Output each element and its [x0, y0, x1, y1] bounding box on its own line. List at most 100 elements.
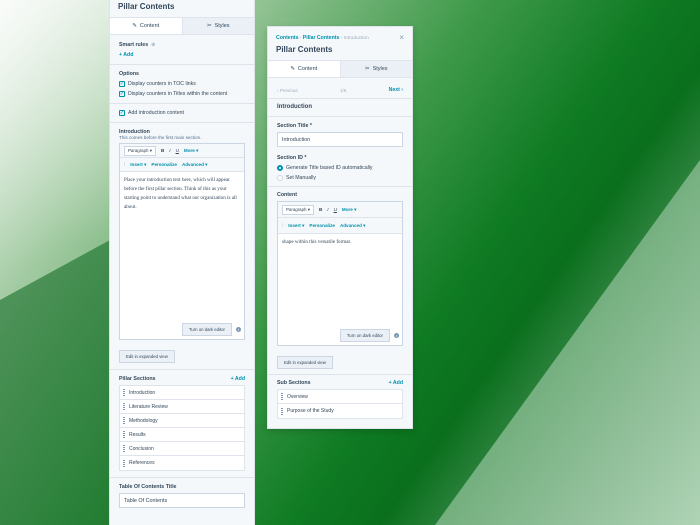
divider — [110, 122, 254, 123]
drag-handle-icon[interactable] — [123, 445, 125, 452]
more-menu[interactable]: More ▾ — [342, 207, 357, 213]
drag-handle-icon[interactable] — [281, 393, 283, 400]
panel-title: Pillar Contents — [118, 2, 175, 11]
tools-icon: ✂ — [206, 23, 212, 29]
rich-text-editor[interactable]: Paragraph ▾ B I U More ▾ ⁞ Insert ▾ Pers… — [119, 143, 245, 340]
rich-text-editor[interactable]: Paragraph ▾ B I U More ▾ ⁞ Insert ▾ Pers… — [277, 201, 403, 346]
list-item[interactable]: Conclusion — [120, 442, 244, 456]
drag-handle-icon[interactable] — [123, 403, 125, 410]
italic-button[interactable]: I — [169, 148, 170, 153]
drag-handle-icon[interactable] — [281, 407, 283, 415]
add-sub-section-link[interactable]: + Add — [389, 380, 403, 386]
sub-sections-list: Overview Purpose of the Study — [277, 389, 403, 419]
options-label: Options — [119, 71, 140, 77]
section-title-input[interactable]: Introduction — [277, 132, 403, 147]
tab-styles[interactable]: ✂ Styles — [340, 61, 412, 77]
pillar-sections-label: Pillar Sections — [119, 376, 156, 382]
tools-icon: ✂ — [364, 66, 370, 72]
checkbox-checked-icon[interactable]: ✓ — [119, 81, 125, 87]
radio-auto-id[interactable]: Generate Title based ID automatically — [277, 165, 403, 171]
list-item[interactable]: Methodology — [120, 414, 244, 428]
italic-button[interactable]: I — [327, 207, 328, 212]
bold-button[interactable]: B — [161, 148, 164, 153]
checkbox-add-introduction[interactable]: ✓ Add introduction content — [119, 110, 245, 116]
tab-content[interactable]: ✎ Content — [110, 18, 183, 34]
checkbox-checked-icon[interactable]: ✓ — [119, 110, 125, 116]
drag-handle-icon[interactable] — [123, 417, 125, 424]
previous-button[interactable]: ‹ Previous — [277, 88, 298, 93]
breadcrumb: Contents › Pillar Contents › Introductio… — [276, 34, 369, 41]
insert-menu[interactable]: Insert ▾ — [130, 162, 146, 168]
radio-unselected-icon[interactable] — [277, 175, 283, 181]
expanded-view-button[interactable]: Edit in expanded view — [119, 350, 175, 363]
paragraph-select[interactable]: Paragraph ▾ — [282, 204, 314, 215]
checkbox-checked-icon[interactable]: ✓ — [119, 91, 125, 97]
divider — [268, 186, 412, 187]
drag-handle-icon: ⁞ — [282, 223, 284, 228]
breadcrumb-link[interactable]: Pillar Contents — [303, 35, 340, 41]
list-item[interactable]: Introduction — [120, 386, 244, 400]
expanded-view-button[interactable]: Edit in expanded view — [277, 356, 333, 369]
dark-editor-button[interactable]: Turn on dark editor — [181, 323, 232, 336]
section-editor-panel: Contents › Pillar Contents › Introductio… — [267, 26, 413, 429]
tab-bar: ✎ Content ✂ Styles — [268, 60, 412, 78]
list-item[interactable]: Literature Review — [120, 400, 244, 414]
editor-body[interactable]: Place your introduction text here, which… — [120, 172, 244, 320]
divider — [110, 369, 254, 370]
dark-editor-button[interactable]: Turn on dark editor — [339, 329, 390, 342]
tab-styles[interactable]: ✂ Styles — [182, 18, 254, 34]
tab-content[interactable]: ✎ Content — [268, 61, 341, 77]
editor-body[interactable]: shape within this versatile format. — [278, 234, 402, 326]
checkbox-toc-counters[interactable]: ✓ Display counters in TOC links — [119, 81, 245, 87]
drag-handle-icon[interactable] — [123, 459, 125, 467]
add-pillar-section-link[interactable]: + Add — [231, 376, 245, 382]
checkbox-label: Display counters in Titles within the co… — [128, 91, 228, 97]
divider — [268, 98, 412, 99]
editor-toolbar: Paragraph ▾ B I U More ▾ — [120, 144, 244, 158]
radio-label: Generate Title based ID automatically — [286, 165, 373, 171]
radio-manual-id[interactable]: Set Manually — [277, 175, 403, 181]
radio-label: Set Manually — [286, 175, 316, 181]
divider — [110, 477, 254, 478]
toc-title-input[interactable]: Table Of Contents — [119, 493, 245, 508]
content-label: Content — [277, 192, 298, 198]
drag-handle-icon[interactable] — [123, 431, 125, 438]
breadcrumb-link[interactable]: Contents — [276, 35, 298, 41]
more-menu[interactable]: More ▾ — [184, 148, 199, 154]
sub-sections-label: Sub Sections — [277, 380, 311, 386]
paragraph-select[interactable]: Paragraph ▾ — [124, 145, 156, 156]
editor-footer: Turn on dark editor i — [120, 320, 244, 339]
next-button[interactable]: Next › — [389, 87, 403, 93]
close-icon[interactable]: × — [399, 33, 404, 42]
list-item[interactable]: Results — [120, 428, 244, 442]
list-item[interactable]: References — [120, 456, 244, 470]
personalize-menu[interactable]: Personalize — [151, 162, 177, 167]
editor-footer: Turn on dark editor i — [278, 326, 402, 345]
left-sidebar-panel: Pillar Contents ✎ Content ✂ Styles Smart… — [109, 0, 255, 525]
editor-toolbar: Paragraph ▾ B I U More ▾ — [278, 202, 402, 218]
list-item[interactable]: Purpose of the Study — [278, 404, 402, 418]
underline-button[interactable]: U — [334, 207, 337, 212]
insert-menu[interactable]: Insert ▾ — [288, 223, 304, 229]
add-smart-rule-link[interactable]: + Add — [119, 52, 245, 58]
checkbox-title-counters[interactable]: ✓ Display counters in Titles within the … — [119, 91, 245, 97]
personalize-menu[interactable]: Personalize — [309, 223, 335, 228]
tab-label: Styles — [372, 66, 388, 72]
breadcrumb-current: Introduction — [343, 35, 369, 41]
info-icon: i — [394, 333, 399, 338]
pillar-sections-list: Introduction Literature Review Methodolo… — [119, 385, 245, 471]
underline-button[interactable]: U — [176, 148, 179, 153]
info-icon: ⊕ — [151, 42, 156, 48]
section-navigation: ‹ Previous 1/6 Next › — [277, 87, 403, 93]
drag-handle-icon[interactable] — [123, 389, 125, 396]
radio-selected-icon[interactable] — [277, 165, 283, 171]
bold-button[interactable]: B — [319, 207, 322, 212]
tab-bar: ✎ Content ✂ Styles — [110, 17, 254, 35]
drag-handle-icon: ⁞ — [124, 162, 126, 167]
list-item[interactable]: Overview — [278, 390, 402, 404]
divider — [268, 374, 412, 375]
section-title-label: Section Title * — [277, 123, 312, 129]
divider — [110, 103, 254, 104]
advanced-menu[interactable]: Advanced ▾ — [182, 162, 208, 168]
advanced-menu[interactable]: Advanced ▾ — [340, 223, 366, 229]
